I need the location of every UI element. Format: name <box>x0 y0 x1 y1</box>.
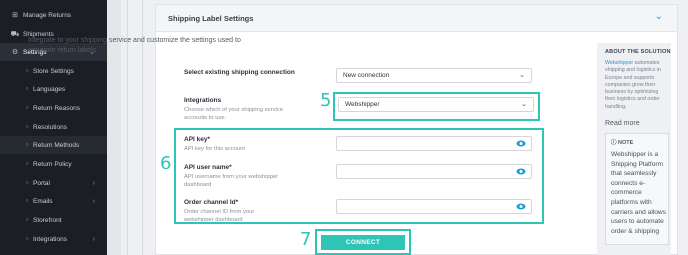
sidebar-item-resolutions[interactable]: ○ Resolutions <box>0 118 107 136</box>
sidebar-item-label: Emails <box>33 197 53 205</box>
chevron-down-icon: ⌄ <box>519 72 525 79</box>
sidebar-item-label: Return Reasons <box>33 104 80 112</box>
sidebar-item-store-settings[interactable]: ○ Store Settings <box>0 62 107 80</box>
eye-icon[interactable] <box>516 202 526 211</box>
sidebar-item-storefront[interactable]: ○ Storefront <box>0 211 107 229</box>
sidebar-item-return-policy[interactable]: ○ Return Policy <box>0 155 107 173</box>
connect-button[interactable]: CONNECT <box>321 235 405 250</box>
about-text: automates shipping and logistics in Euro… <box>605 60 661 110</box>
info-icon: ⓘ <box>611 140 617 146</box>
eye-icon[interactable] <box>516 139 526 148</box>
note-box: ⓘ NOTE Webshipper is a Shipping Platform… <box>605 133 669 245</box>
panel-header[interactable]: Shipping Label Settings ⌄ <box>156 5 677 32</box>
gear-icon: ⚙ <box>11 49 19 56</box>
dot-icon: ○ <box>25 124 29 130</box>
dot-icon: ○ <box>25 68 29 74</box>
integrations-value: Webshipper <box>345 101 380 108</box>
api-key-help: API key for this account <box>184 146 245 152</box>
note-title: ⓘ NOTE <box>611 138 633 146</box>
sidebar-item-label: Storefront <box>33 216 62 224</box>
integrations-label: Integrations <box>184 97 222 104</box>
intro-text: Integrate to your shipping service and c… <box>28 37 241 54</box>
api-key-label: API key* <box>184 136 211 143</box>
brand-link[interactable]: Webshipper <box>605 60 633 66</box>
order-channel-input[interactable] <box>336 199 532 214</box>
api-user-help: API username from your webshipper dashbo… <box>184 174 279 188</box>
dot-icon: ○ <box>25 217 29 223</box>
sidebar-item-label: Integrations <box>33 235 67 243</box>
truck-icon: ⛟ <box>10 30 20 38</box>
step-7-marker: 7 <box>300 229 312 250</box>
sidebar-item-integrations[interactable]: ○ Integrations › <box>0 230 107 248</box>
dot-icon: ○ <box>25 236 29 242</box>
existing-connection-value: New connection <box>343 72 390 79</box>
chevron-down-icon[interactable]: ⌄ <box>655 11 663 22</box>
note-label: NOTE <box>618 140 634 146</box>
api-key-input[interactable] <box>336 136 532 151</box>
returns-icon: ⊞ <box>12 12 18 19</box>
sidebar-item-return-reasons[interactable]: ○ Return Reasons <box>0 99 107 117</box>
existing-connection-label: Select existing shipping connection <box>184 69 295 76</box>
chevron-right-icon: › <box>92 235 95 243</box>
step-5-marker: 5 <box>320 90 332 111</box>
integrations-select[interactable]: Webshipper ⌄ <box>338 97 534 112</box>
sidebar-item-emails[interactable]: ○ Emails › <box>0 192 107 210</box>
sidebar-item-portal[interactable]: ○ Portal › <box>0 174 107 192</box>
order-channel-help: Order channel ID from your webshipper da… <box>184 209 255 223</box>
chevron-right-icon: › <box>92 197 95 205</box>
sidebar-item-label: Portal <box>33 179 50 187</box>
chevron-down-icon: ⌄ <box>521 101 527 108</box>
sidebar-item-return-methods[interactable]: ○ Return Methods <box>0 136 107 154</box>
read-more-link[interactable]: Read more <box>605 120 640 127</box>
order-channel-label: Order channel Id* <box>184 199 239 206</box>
sidebar-item-label: Resolutions <box>33 123 67 131</box>
sidebar-item-languages[interactable]: ○ Languages <box>0 80 107 98</box>
api-user-input[interactable] <box>336 164 532 179</box>
sidebar-item-label: Languages <box>33 85 66 93</box>
dot-icon: ○ <box>25 161 29 167</box>
chevron-right-icon: › <box>92 179 95 187</box>
sidebar-item-label: Return Methods <box>33 141 80 149</box>
integrations-help: Choose which of your shipping service ac… <box>184 107 283 121</box>
about-body: Webshipper automates shipping and logist… <box>605 60 668 111</box>
note-body: Webshipper is a Shipping Platform that s… <box>611 151 666 235</box>
api-user-label: API user name* <box>184 164 232 171</box>
dot-icon: ○ <box>25 198 29 204</box>
dot-icon: ○ <box>25 86 29 92</box>
existing-connection-select[interactable]: New connection ⌄ <box>336 68 532 83</box>
dot-icon: ○ <box>25 180 29 186</box>
eye-icon[interactable] <box>516 167 526 176</box>
sidebar-item-label: Store Settings <box>33 67 74 75</box>
sidebar-item-label: Return Policy <box>33 160 72 168</box>
step-6-marker: 6 <box>160 153 172 174</box>
sidebar-item-manage-returns[interactable]: ⊞ Manage Returns <box>0 6 107 24</box>
sidebar-item-label: Manage Returns <box>23 11 72 19</box>
dot-icon: ○ <box>25 105 29 111</box>
panel-title: Shipping Label Settings <box>168 14 254 23</box>
dot-icon: ○ <box>25 142 29 148</box>
about-title: ABOUT THE SOLUTION <box>605 49 671 55</box>
